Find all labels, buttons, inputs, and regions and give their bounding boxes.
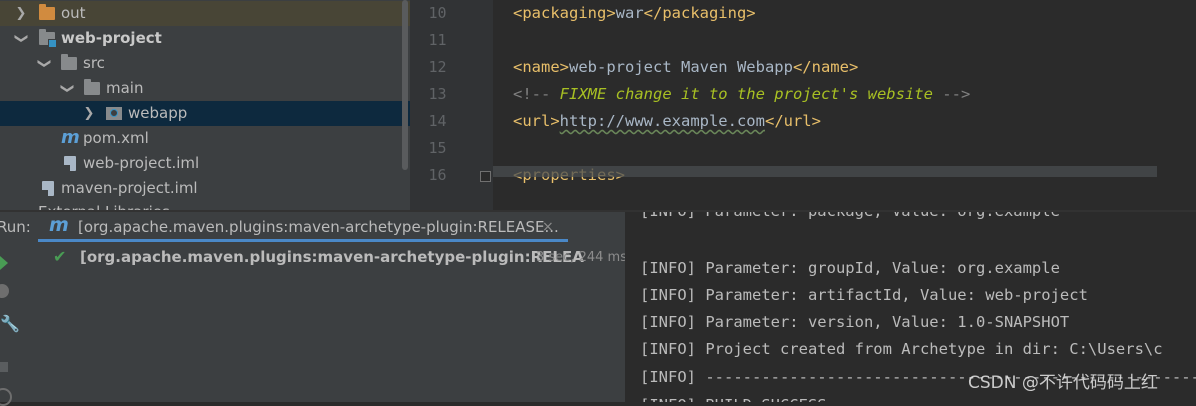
tree-item-label: src [83, 54, 105, 72]
run-item-duration: 3 sec, 244 ms [536, 250, 627, 265]
code-line-14: <url>http://www.example.com</url> [513, 108, 821, 135]
url-link[interactable]: http://www.example.com [560, 112, 765, 130]
run-label: Run: [0, 218, 31, 236]
line-number: 16 [428, 166, 447, 184]
file-icon [42, 181, 54, 196]
line-gutter: 10 11 12 13 14 15 16 [410, 0, 493, 210]
stop-icon[interactable] [0, 284, 14, 302]
code-line-10: <packaging>war</packaging> [513, 0, 756, 27]
tree-item-label: web-project [61, 29, 162, 47]
watermark: CSDN @不许代码码上红 [968, 373, 1158, 393]
console-line: [INFO] BUILD SUCCESS [640, 392, 827, 402]
tree-item-label: out [61, 4, 86, 22]
chevron-down-icon[interactable]: ❯ [55, 82, 80, 96]
web-folder-icon [106, 107, 122, 120]
tree-item-out[interactable]: ❯ out [0, 1, 410, 26]
code-line-13: <!-- FIXME change it to the project's we… [513, 81, 970, 108]
chevron-down-icon[interactable]: ❯ [32, 57, 57, 71]
console-line: [INFO] Project created from Archetype in… [640, 340, 1163, 358]
todo-comment: FIXME change it to the project's website [559, 85, 933, 103]
chevron-right-icon[interactable]: ❯ [82, 101, 96, 126]
tree-item-webapp[interactable]: ❯ webapp [0, 101, 410, 126]
tree-item-label: pom.xml [83, 129, 149, 147]
line-number: 15 [428, 139, 447, 157]
folder-icon [84, 79, 100, 95]
chevron-right-icon[interactable]: ❯ [14, 1, 28, 26]
tree-item-src[interactable]: ❯ src [0, 51, 410, 76]
pin-icon[interactable] [0, 360, 14, 378]
console-line: [INFO] Parameter: package, Value: org.ex… [640, 212, 1060, 226]
run-item-label: [org.apache.maven.plugins:maven-archetyp… [80, 248, 584, 266]
module-folder-icon [39, 29, 57, 48]
tree-item-label: web-project.iml [83, 154, 200, 172]
code-line-12: <name>web-project Maven Webapp</name> [513, 54, 858, 81]
line-number: 11 [428, 31, 447, 49]
run-toolbar: 🔧 [0, 242, 20, 406]
xml-tag: <name> [513, 58, 569, 76]
tree-item-web-project-iml[interactable]: web-project.iml [0, 151, 410, 176]
fold-marker-icon[interactable] [480, 171, 491, 182]
rerun-icon[interactable] [0, 254, 14, 272]
line-number: 10 [428, 4, 447, 22]
tree-scrollbar[interactable] [402, 0, 408, 170]
line-number: 14 [428, 112, 447, 130]
line-number: 12 [428, 58, 447, 76]
run-tab-title: [org.apache.maven.plugins:maven-archetyp… [78, 218, 559, 236]
maven-icon: m [61, 127, 80, 148]
xml-comment: <!-- [513, 85, 560, 103]
line-number: 13 [428, 85, 447, 103]
folder-icon [61, 54, 77, 70]
xml-text: web-project Maven Webapp [569, 58, 793, 76]
console-line: [INFO] Parameter: version, Value: 1.0-SN… [640, 313, 1070, 331]
xml-text: war [615, 4, 644, 22]
editor-horizontal-scrollbar[interactable] [493, 166, 1157, 177]
xml-tag: </packaging> [643, 4, 756, 22]
run-panel: 🔧 ✔ [org.apache.maven.plugins:maven-arch… [0, 242, 627, 406]
console-line: [INFO] Parameter: groupId, Value: org.ex… [640, 259, 1060, 277]
xml-tag: </url> [764, 112, 821, 130]
tree-item-label: External Libraries [38, 200, 170, 210]
xml-tag: </name> [792, 58, 859, 76]
tree-item-external-libraries[interactable]: External Libraries [0, 200, 410, 210]
console-line: [INFO] Parameter: artifactId, Value: web… [640, 286, 1088, 304]
tree-item-label: webapp [128, 104, 188, 122]
tree-item-label: main [106, 79, 144, 97]
tree-item-main[interactable]: ❯ main [0, 76, 410, 101]
tree-item-label: maven-project.iml [61, 179, 198, 197]
run-tab-bar: Run: m [org.apache.maven.plugins:maven-a… [0, 212, 625, 242]
xml-comment: --> [932, 85, 971, 103]
maven-icon: m [49, 214, 69, 236]
wrench-icon[interactable]: 🔧 [0, 316, 20, 334]
layout-icon[interactable] [0, 388, 14, 406]
tree-item-pom[interactable]: m pom.xml [0, 126, 410, 151]
tree-item-web-project[interactable]: ❯ web-project [0, 26, 410, 51]
close-icon[interactable]: × [542, 212, 554, 242]
project-tree: ❯ out ❯ web-project ❯ src ❯ main ❯ webap… [0, 0, 410, 210]
xml-tag: <url> [513, 112, 560, 130]
xml-tag: <packaging> [513, 4, 616, 22]
code-editor[interactable]: 10 11 12 13 14 15 16 <packaging>war</pac… [410, 0, 1196, 210]
run-tab[interactable]: m [org.apache.maven.plugins:maven-archet… [38, 212, 568, 242]
tree-item-maven-project-iml[interactable]: maven-project.iml [0, 176, 410, 201]
chevron-down-icon[interactable]: ❯ [9, 32, 34, 46]
folder-icon [39, 4, 55, 20]
check-icon: ✔ [53, 247, 67, 266]
file-icon [64, 156, 76, 171]
